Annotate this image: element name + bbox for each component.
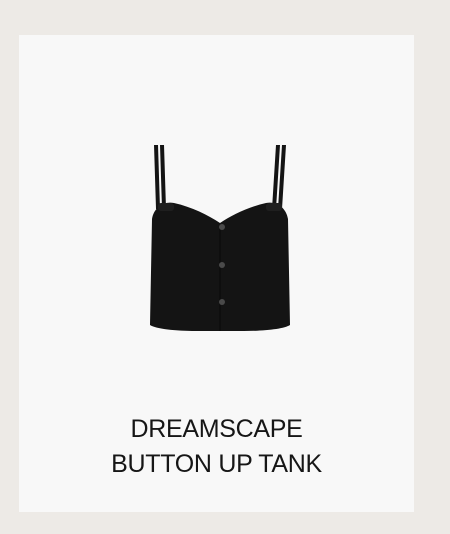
product-card[interactable]: DREAMSCAPE BUTTON UP TANK [19,35,414,512]
product-title-line-2: BUTTON UP TANK [111,450,322,478]
button-3 [219,299,225,305]
button-2 [219,262,225,268]
button-1 [219,224,225,230]
product-title[interactable]: DREAMSCAPE BUTTON UP TANK [19,412,414,482]
left-strap-connector [158,203,174,211]
tank-straps [154,145,286,209]
right-strap-connector [266,203,282,211]
product-image[interactable] [144,135,296,335]
product-title-line-1: DREAMSCAPE [130,415,303,443]
